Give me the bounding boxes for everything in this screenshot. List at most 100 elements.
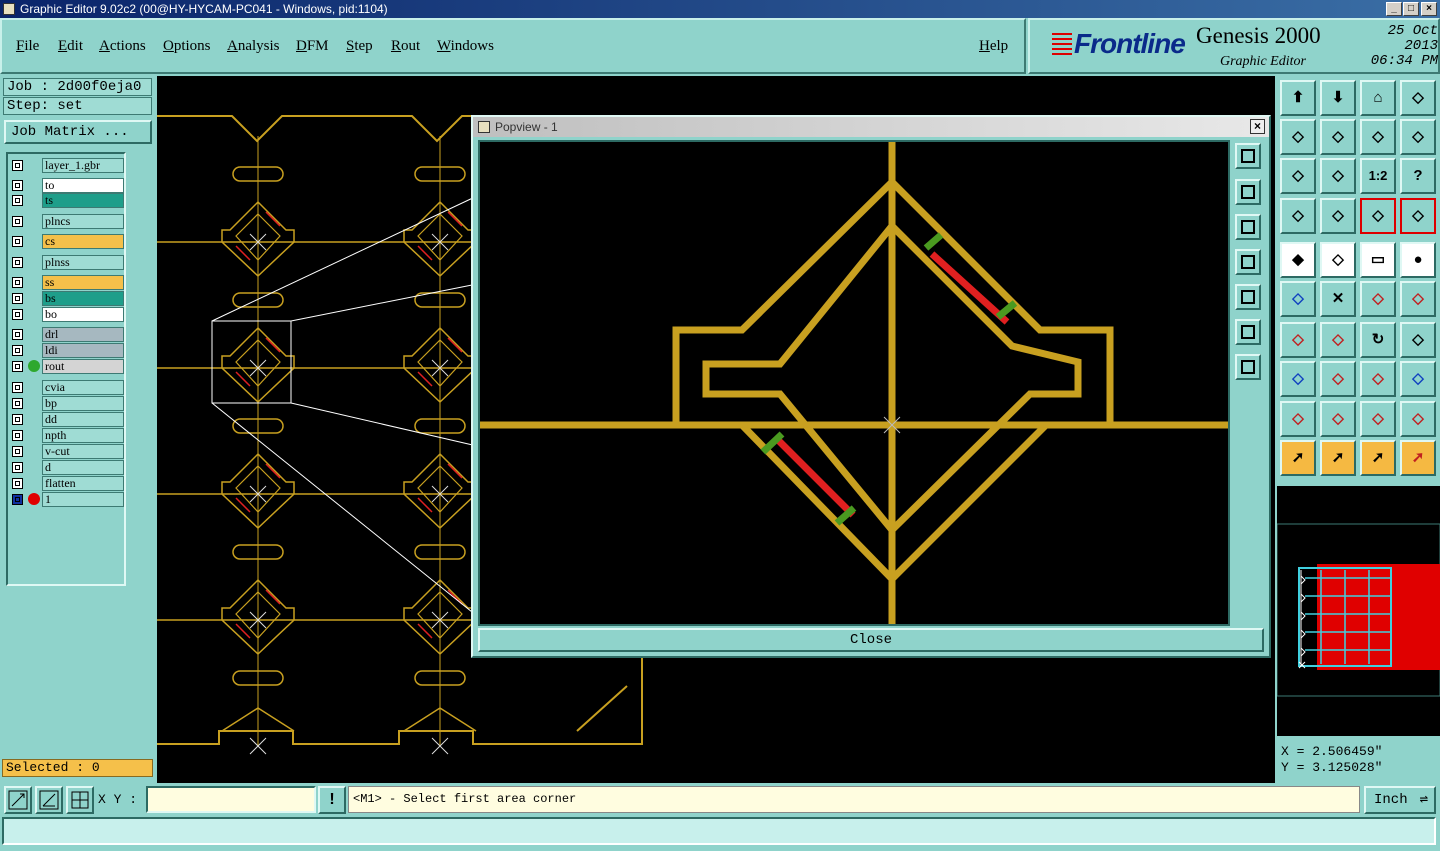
layer-name[interactable]: d [42,460,124,475]
pointer-box-button[interactable]: ➚ [1320,440,1356,476]
pan-all-button[interactable]: ◇ [1320,158,1356,194]
popview-zoom-in-button[interactable] [1235,319,1261,345]
popview-zoom-out-button[interactable] [1235,354,1261,380]
layer-name[interactable]: dd [42,412,124,427]
grid-tool-button[interactable]: ◇ [1320,198,1356,234]
pad-tool-button[interactable]: ● [1400,242,1436,278]
arc-tool-2-button[interactable]: ◇ [1320,401,1356,437]
ruler-button[interactable]: ▭ [1360,242,1396,278]
xy-input[interactable] [146,786,316,813]
popview-close-button[interactable]: Close [478,628,1264,652]
layer-row-npth[interactable]: npth [8,428,124,443]
close-window-button[interactable]: × [1421,2,1437,16]
layer-name[interactable]: plnss [42,255,124,270]
add-pad-button[interactable]: ◇ [1280,361,1316,397]
layer-checkbox[interactable] [12,462,23,473]
pan-left-button[interactable]: ◇ [1280,119,1316,155]
layer-row-dd[interactable]: dd [8,412,124,427]
move-point-button[interactable]: ◇ [1400,281,1436,317]
layer-name[interactable]: ss [42,275,124,290]
angle-line-button[interactable]: ◇ [1280,322,1316,358]
arc-tool-1-button[interactable]: ◇ [1280,401,1316,437]
popview-pan-down-button[interactable] [1235,214,1261,240]
layer-compare-button[interactable]: ◇ [1360,198,1396,234]
window-layout-button[interactable]: ◇ [1400,80,1436,116]
layer-name[interactable]: bo [42,307,124,322]
layer-name[interactable]: plncs [42,214,124,229]
measure-tool-button[interactable]: ◇ [1280,198,1316,234]
mirror-button[interactable]: ◇ [1400,322,1436,358]
popview-pan-left-button[interactable] [1235,249,1261,275]
layer-row-flatten[interactable]: flatten [8,476,124,491]
layer-row-rout[interactable]: rout [8,359,124,374]
layer-checkbox[interactable] [12,236,23,247]
menu-windows[interactable]: Windows [437,38,494,55]
popview-zoom-fit-button[interactable] [1235,143,1261,169]
layer-compare-2-button[interactable]: ◇ [1400,198,1436,234]
zoom-in-button[interactable]: ⬇ [1320,80,1356,116]
route-nodes-button[interactable]: ◇ [1280,281,1316,317]
layer-row-cvia[interactable]: cvia [8,380,124,395]
grid-button[interactable] [66,786,94,814]
layer-row-to[interactable]: to [8,178,124,193]
maximize-button[interactable]: □ [1403,2,1419,16]
cross-select-button[interactable]: ✕ [1320,281,1356,317]
layer-checkbox[interactable] [12,293,23,304]
layer-name[interactable]: v-cut [42,444,124,459]
layer-name[interactable]: cvia [42,380,124,395]
layer-row-ldi[interactable]: ldi [8,343,124,358]
layer-checkbox[interactable] [12,494,23,505]
popview-close-icon[interactable]: × [1250,119,1265,134]
layer-checkbox[interactable] [12,345,23,356]
menu-help[interactable]: Help [979,38,1008,55]
menu-dfm[interactable]: DFM [296,38,329,55]
layer-checkbox[interactable] [12,398,23,409]
layer-name[interactable]: bs [42,291,124,306]
layer-row-d[interactable]: d [8,460,124,475]
open-job-button[interactable]: ⬆ [1280,80,1316,116]
layer-name[interactable]: ldi [42,343,124,358]
job-matrix-button[interactable]: Job Matrix ... [4,120,152,144]
layer-name[interactable]: npth [42,428,124,443]
layer-row-cs[interactable]: cs [8,234,124,249]
minimize-button[interactable]: _ [1386,2,1402,16]
menu-rout[interactable]: Rout [391,38,420,55]
menu-file[interactable]: File [16,38,39,55]
layer-checkbox[interactable] [12,309,23,320]
layer-name[interactable]: layer_1.gbr [42,158,124,173]
layer-name[interactable]: cs [42,234,124,249]
menu-options[interactable]: Options [163,38,211,55]
layer-checkbox[interactable] [12,382,23,393]
layer-checkbox[interactable] [12,361,23,372]
layer-checkbox[interactable] [12,160,23,171]
popview-pan-up-button[interactable] [1235,179,1261,205]
layer-row-plnss[interactable]: plnss [8,255,124,270]
layer-checkbox[interactable] [12,430,23,441]
layer-row-v-cut[interactable]: v-cut [8,444,124,459]
zoom-fit-button[interactable]: ◇ [1280,158,1316,194]
layer-name[interactable]: 1 [42,492,124,507]
pointer-button[interactable]: ➚ [1280,440,1316,476]
layer-row-plncs[interactable]: plncs [8,214,124,229]
layer-row-layer-1-gbr[interactable]: layer_1.gbr [8,158,124,173]
feature-select-button[interactable]: ◆ [1280,242,1316,278]
measure-button[interactable] [35,786,63,814]
arc-tool-4-button[interactable]: ◇ [1400,401,1436,437]
overview-panel[interactable] [1276,486,1440,736]
unit-selector[interactable]: Inch ⇌ [1364,786,1436,814]
popview-pan-right-button[interactable] [1235,284,1261,310]
menu-step[interactable]: Step [346,38,373,55]
pan-right-button[interactable]: ◇ [1320,119,1356,155]
layer-checkbox[interactable] [12,195,23,206]
draw-shape-button[interactable]: ◇ [1320,242,1356,278]
menu-actions[interactable]: Actions [99,38,146,55]
move-line-button[interactable]: ◇ [1360,281,1396,317]
zoom-area-button[interactable] [4,786,32,814]
layer-row-drl[interactable]: drl [8,327,124,342]
layer-name[interactable]: to [42,178,124,193]
layer-checkbox[interactable] [12,329,23,340]
menu-edit[interactable]: Edit [58,38,83,55]
pointer-route-button[interactable]: ➚ [1400,440,1436,476]
layer-checkbox[interactable] [12,478,23,489]
layer-row-bp[interactable]: bp [8,396,124,411]
